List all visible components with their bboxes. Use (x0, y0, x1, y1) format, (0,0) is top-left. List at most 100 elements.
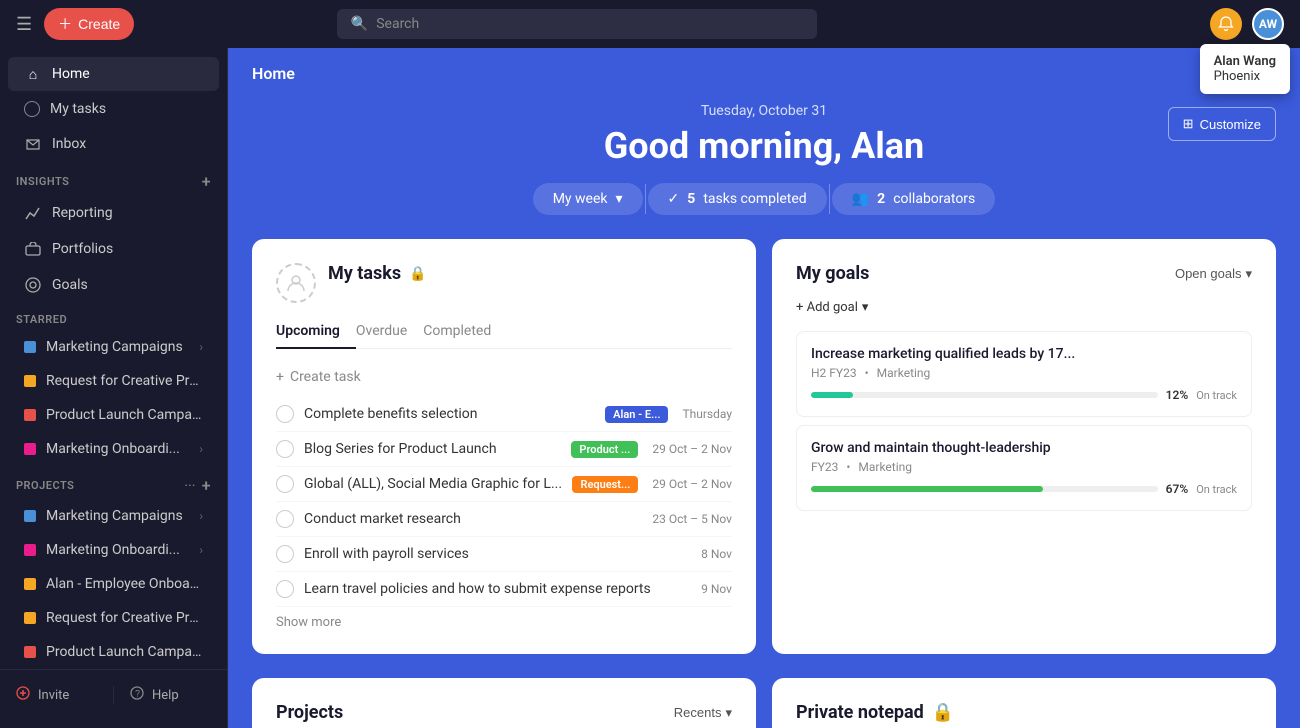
circle-icon (24, 101, 40, 117)
sidebar-item-proj-2[interactable]: Alan - Employee Onboar... (8, 568, 219, 600)
plus-icon: + (276, 369, 284, 385)
open-goals-button[interactable]: Open goals ▾ (1175, 266, 1252, 282)
task-row-2: Global (ALL), Social Media Graphic for L… (276, 467, 732, 502)
project-dot (24, 341, 36, 353)
my-week-pill[interactable]: My week ▾ (533, 183, 643, 215)
sidebar-section-starred: Starred (0, 303, 227, 330)
sidebar: ⌂ Home My tasks Inbox Insights + Reporti… (0, 48, 228, 728)
search-icon: 🔍 (351, 16, 368, 32)
sidebar-item-portfolios[interactable]: Portfolios (8, 232, 219, 266)
chevron-down-icon: ▾ (1245, 266, 1252, 282)
sidebar-item-starred-3[interactable]: Marketing Onboardi... › (8, 433, 219, 465)
grid-icon: ⊞ (1183, 116, 1194, 132)
hero-greeting: Good morning, Alan (228, 125, 1300, 167)
card-header: My tasks 🔒 (276, 263, 732, 303)
task-tag[interactable]: Request... (572, 476, 638, 493)
tasks-completed-pill[interactable]: ✓ 5 tasks completed (648, 183, 827, 215)
sidebar-item-proj-4[interactable]: Product Launch Campai... (8, 636, 219, 668)
hero-section: Tuesday, October 31 Good morning, Alan M… (228, 83, 1300, 239)
sidebar-item-starred-0[interactable]: Marketing Campaigns › (8, 331, 219, 363)
task-checkbox[interactable] (276, 405, 294, 423)
hero-date: Tuesday, October 31 (228, 103, 1300, 119)
sidebar-footer: Invite ? Help (0, 669, 227, 720)
notepad-card-header: Private notepad 🔒 (796, 702, 1252, 723)
goal-meta: FY23 • Marketing (811, 460, 1237, 474)
task-row-4: Enroll with payroll services 8 Nov (276, 537, 732, 572)
help-button[interactable]: ? Help (114, 678, 227, 712)
progress-bar-fill (811, 392, 853, 398)
goal-meta: H2 FY23 • Marketing (811, 366, 1237, 380)
sidebar-item-proj-0[interactable]: Marketing Campaigns › (8, 500, 219, 532)
project-dot (24, 646, 36, 658)
task-row-1: Blog Series for Product Launch Product .… (276, 432, 732, 467)
task-tabs: Upcoming Overdue Completed (276, 315, 732, 349)
invite-button[interactable]: Invite (0, 678, 113, 712)
recents-button[interactable]: Recents ▾ (674, 705, 732, 721)
check-icon: ✓ (668, 191, 680, 207)
collaborators-pill[interactable]: 👥 2 collaborators (832, 183, 996, 215)
task-checkbox[interactable] (276, 475, 294, 493)
goal-item-0: Increase marketing qualified leads by 17… (796, 331, 1252, 417)
goals-title: My goals (796, 263, 869, 284)
sidebar-item-home[interactable]: ⌂ Home (8, 57, 219, 91)
add-project-button[interactable]: + (202, 476, 211, 495)
sidebar-item-inbox[interactable]: Inbox (8, 127, 219, 161)
projects-card-header: Projects Recents ▾ (276, 702, 732, 723)
inbox-icon (24, 135, 42, 153)
task-tag[interactable]: Product ... (571, 441, 638, 458)
goals-header: My goals Open goals ▾ (796, 263, 1252, 284)
sidebar-item-starred-2[interactable]: Product Launch Campai... (8, 399, 219, 431)
portfolios-icon (24, 240, 42, 258)
plus-icon: ＋ (58, 14, 72, 34)
show-more-button[interactable]: Show more (276, 607, 732, 630)
tab-completed[interactable]: Completed (423, 315, 507, 349)
avatar[interactable]: AW (1252, 8, 1284, 40)
sidebar-item-goals[interactable]: Goals (8, 268, 219, 302)
goals-icon (24, 276, 42, 294)
create-button[interactable]: ＋ Create (44, 8, 134, 40)
add-insights-button[interactable]: + (202, 172, 211, 191)
goal-progress: 67% On track (811, 482, 1237, 496)
project-dot (24, 578, 36, 590)
notification-icon[interactable] (1210, 8, 1242, 40)
topbar: ☰ ＋ Create 🔍 Search AW Alan Wang Phoenix (0, 0, 1300, 48)
customize-button[interactable]: ⊞ Customize (1168, 107, 1276, 141)
page-title: Home (252, 64, 295, 83)
task-row-5: Learn travel policies and how to submit … (276, 572, 732, 607)
sidebar-item-proj-3[interactable]: Request for Creative Pro... (8, 602, 219, 634)
invite-icon (16, 686, 30, 704)
home-icon: ⌂ (24, 65, 42, 83)
help-icon: ? (130, 686, 144, 704)
create-task-button[interactable]: + Create task (276, 365, 732, 397)
add-goal-button[interactable]: + Add goal ▾ (796, 300, 1252, 315)
task-checkbox[interactable] (276, 545, 294, 563)
stats-divider (645, 184, 646, 214)
chevron-right-icon: › (199, 543, 203, 557)
main-header: Home (228, 48, 1300, 83)
sidebar-item-my-tasks[interactable]: My tasks (8, 93, 219, 125)
task-checkbox[interactable] (276, 580, 294, 598)
task-checkbox[interactable] (276, 440, 294, 458)
private-notepad-card: Private notepad 🔒 (772, 678, 1276, 728)
search-bar[interactable]: 🔍 Search (337, 9, 817, 39)
projects-card-title: Projects (276, 702, 343, 723)
tab-upcoming[interactable]: Upcoming (276, 315, 356, 349)
task-checkbox[interactable] (276, 510, 294, 528)
project-dot (24, 544, 36, 556)
sidebar-item-starred-1[interactable]: Request for Creative Pro... (8, 365, 219, 397)
my-goals-card: My goals Open goals ▾ + Add goal ▾ Incre… (772, 239, 1276, 654)
task-row-0: Complete benefits selection Alan - E... … (276, 397, 732, 432)
projects-more-icon[interactable]: ··· (185, 479, 196, 492)
chevron-right-icon: › (199, 340, 203, 354)
tab-overdue[interactable]: Overdue (356, 315, 423, 349)
stats-bar: My week ▾ ✓ 5 tasks completed 👥 2 collab… (228, 183, 1300, 215)
project-dot (24, 510, 36, 522)
hamburger-icon[interactable]: ☰ (16, 14, 32, 35)
project-dot (24, 443, 36, 455)
task-tag[interactable]: Alan - E... (605, 406, 668, 423)
project-dot (24, 409, 36, 421)
sidebar-item-proj-1[interactable]: Marketing Onboardi... › (8, 534, 219, 566)
task-avatar (276, 263, 316, 303)
people-icon: 👥 (852, 191, 869, 207)
sidebar-item-reporting[interactable]: Reporting (8, 196, 219, 230)
